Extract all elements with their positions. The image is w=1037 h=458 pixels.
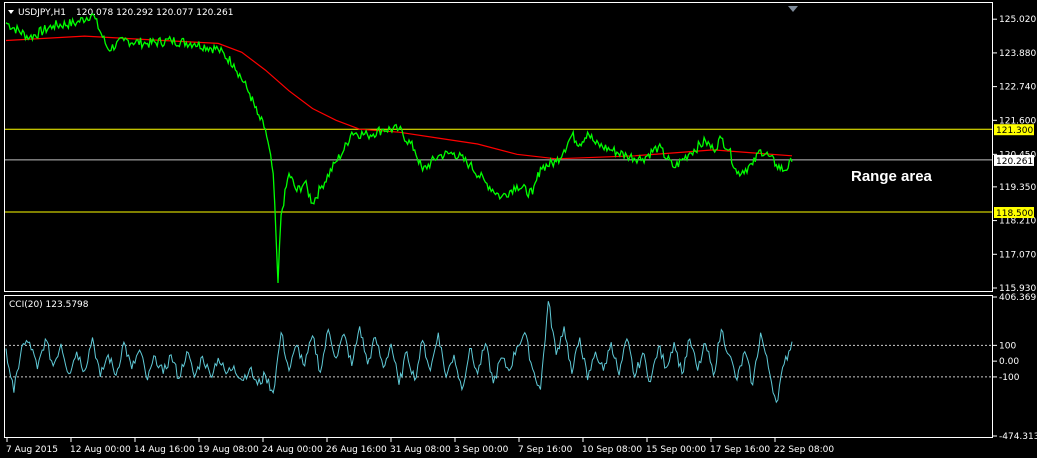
- cci-tick-label: 0.00: [999, 357, 1019, 367]
- cci-pane-frame: [4, 295, 993, 438]
- x-tick-label: 14 Aug 16:00: [134, 445, 195, 455]
- x-tick-label: 24 Aug 00:00: [262, 445, 323, 455]
- cci-layer: [5, 301, 992, 404]
- x-tick-label: 12 Aug 00:00: [70, 445, 131, 455]
- cci-line: [5, 301, 793, 404]
- current-price-label: 120.261: [996, 157, 1033, 167]
- x-tick-label: 3 Sep 00:00: [454, 445, 509, 455]
- cci-tick-label: 406.3691: [999, 293, 1037, 303]
- level-label: 121.300: [996, 126, 1033, 136]
- x-tick-label: 15 Sep 00:00: [646, 445, 706, 455]
- ohlc-label: 120.078 120.292 120.077 120.261: [76, 8, 233, 18]
- x-tick-label: 17 Sep 16:00: [710, 445, 770, 455]
- x-tick-label: 7 Aug 2015: [6, 445, 58, 455]
- price-layer: [5, 12, 992, 284]
- shift-marker-icon[interactable]: [788, 6, 798, 12]
- cci-tick-label: -100: [999, 373, 1020, 383]
- cci-title: CCI(20) 123.5798: [9, 300, 89, 310]
- level-label: 118.500: [996, 209, 1033, 219]
- price-tick-label: 117.070: [999, 250, 1036, 260]
- menu-triangle-icon[interactable]: [8, 10, 14, 14]
- x-tick-label: 10 Sep 08:00: [582, 445, 642, 455]
- price-tick-label: 125.020: [999, 15, 1036, 25]
- price-tick-label: 119.350: [999, 183, 1036, 193]
- chart-canvas[interactable]: USDJPY,H1 120.078 120.292 120.077 120.26…: [0, 0, 1037, 458]
- x-tick-label: 22 Sep 08:00: [774, 445, 834, 455]
- moving-average-line: [5, 35, 793, 160]
- price-line: [5, 12, 793, 284]
- x-tick-label: 31 Aug 08:00: [390, 445, 451, 455]
- cci-tick-label: -474.3136: [999, 432, 1037, 442]
- price-tick-label: 123.880: [999, 49, 1036, 59]
- x-tick-label: 7 Sep 16:00: [518, 445, 573, 455]
- x-tick-label: 26 Aug 16:00: [326, 445, 387, 455]
- symbol-label: USDJPY,H1: [18, 8, 66, 18]
- x-tick-label: 19 Aug 08:00: [198, 445, 259, 455]
- price-tick-label: 122.740: [999, 83, 1036, 93]
- cci-tick-label: 100: [999, 341, 1016, 351]
- range-annotation: Range area: [851, 168, 933, 185]
- price-pane-frame: [4, 2, 993, 292]
